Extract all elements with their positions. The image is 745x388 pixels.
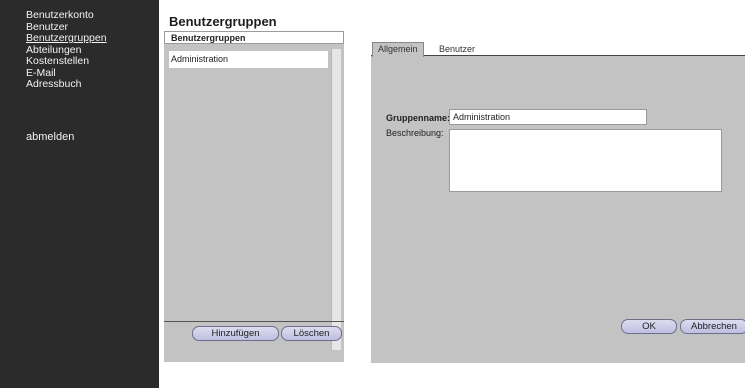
- sidebar-item-adressbuch[interactable]: Adressbuch: [26, 78, 107, 91]
- tab-benutzer[interactable]: Benutzer: [434, 43, 480, 55]
- group-list: Administration: [169, 49, 333, 349]
- list-item[interactable]: Administration: [169, 51, 328, 68]
- description-label: Beschreibung:: [386, 128, 444, 138]
- page-title: Benutzergruppen: [169, 14, 277, 29]
- sidebar: Benutzerkonto Benutzer Benutzergruppen A…: [0, 0, 159, 388]
- tab-allgemein[interactable]: Allgemein: [372, 42, 424, 57]
- list-scrollbar[interactable]: [331, 49, 341, 350]
- sidebar-item-benutzergruppen[interactable]: Benutzergruppen: [26, 32, 107, 45]
- description-field[interactable]: [449, 129, 722, 192]
- ok-button[interactable]: OK: [621, 319, 677, 334]
- divider: [164, 321, 344, 322]
- sidebar-nav: Benutzerkonto Benutzer Benutzergruppen A…: [26, 9, 107, 91]
- group-list-panel: Benutzergruppen Administration Hinzufüge…: [164, 31, 344, 362]
- cancel-button[interactable]: Abbrechen: [680, 319, 745, 334]
- group-detail-panel: Allgemein Benutzer Gruppenname: Administ…: [371, 40, 745, 363]
- group-name-label: Gruppenname:: [386, 113, 451, 123]
- delete-group-button[interactable]: Löschen: [281, 326, 342, 341]
- list-header: Benutzergruppen: [164, 31, 344, 44]
- group-name-field[interactable]: Administration: [449, 109, 647, 125]
- add-group-button[interactable]: Hinzufügen: [192, 326, 279, 341]
- sidebar-item-kostenstellen[interactable]: Kostenstellen: [26, 55, 107, 68]
- logout-link[interactable]: abmelden: [26, 131, 74, 143]
- tab-bar: Allgemein Benutzer: [371, 40, 745, 57]
- sidebar-item-benutzerkonto[interactable]: Benutzerkonto: [26, 9, 107, 22]
